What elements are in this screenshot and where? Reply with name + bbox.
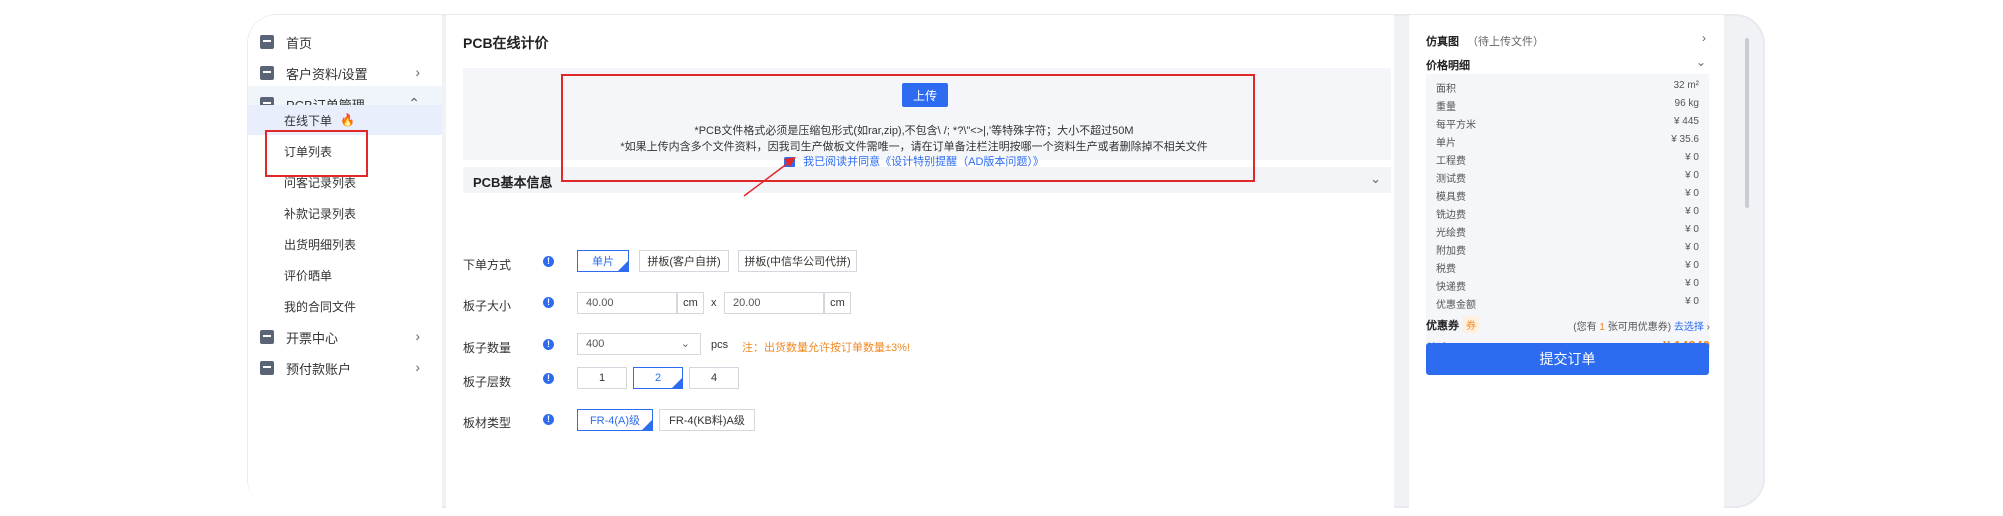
price-row: 测试费 ¥ 0 [1436, 170, 1699, 185]
nav-home-label: 首页 [286, 35, 313, 51]
info-icon[interactable]: ! [543, 256, 554, 267]
chevron-right-icon: › [415, 64, 420, 80]
board-height-input[interactable]: 20.00 [724, 292, 824, 314]
price-row: 快递费 ¥ 0 [1436, 278, 1699, 293]
chevron-down-icon: ⌄ [680, 338, 690, 350]
user-card-icon [260, 66, 274, 80]
hot-flame-icon: 🔥 [340, 113, 355, 127]
price-row: 光绘费 ¥ 0 [1436, 224, 1699, 239]
scrollbar[interactable] [1745, 38, 1749, 208]
nav-prepaid[interactable]: 预付款账户 › [248, 350, 442, 386]
price-panel: 仿真图 （待上传文件） › 价格明细 ⌄ 面积 32 m² 重量 96 kg 每平方米… [1409, 15, 1724, 508]
price-row: 模具费 ¥ 0 [1436, 188, 1699, 203]
chevron-right-icon: › [415, 328, 420, 344]
highlight-box [265, 130, 368, 177]
home-icon [260, 35, 274, 49]
material-fr4-a[interactable]: FR-4(A)级 [577, 409, 653, 431]
sidebar-item-label: 在线下单 [284, 113, 333, 128]
sidebar-item-label: 评价晒单 [284, 268, 333, 283]
price-row: 每平方米 ¥ 445 [1436, 116, 1699, 131]
material-label: 板材类型 [463, 416, 512, 430]
height-unit: cm [824, 292, 851, 314]
price-row: 附加费 ¥ 0 [1436, 242, 1699, 257]
info-icon[interactable]: ! [543, 339, 554, 350]
info-icon[interactable]: ! [543, 373, 554, 384]
qty-unit: pcs [711, 339, 729, 351]
highlight-box [561, 74, 1255, 182]
coupon-info[interactable]: (您有 1 张可用优惠券) 去选择 › [1573, 318, 1710, 333]
nav-prepaid-label: 预付款账户 [286, 361, 352, 377]
chevron-down-icon: ⌄ [1370, 171, 1381, 186]
simulation-status: （待上传文件） [1467, 36, 1544, 48]
price-row: 面积 32 m² [1436, 80, 1699, 95]
price-row: 优惠金额 ¥ 0 [1436, 296, 1699, 311]
layers-label: 板子层数 [463, 375, 512, 389]
page-title: PCB在线计价 [463, 35, 549, 51]
sidebar-item-label: 补款记录列表 [284, 206, 357, 221]
chevron-right-icon[interactable]: › [1702, 31, 1706, 45]
layer-option-2[interactable]: 2 [633, 367, 683, 389]
chevron-down-icon[interactable]: ⌄ [1696, 55, 1706, 69]
nav-invoice-label: 开票中心 [286, 330, 339, 346]
order-mode-label: 下单方式 [463, 258, 512, 272]
wallet-icon [260, 361, 274, 375]
arrow-annotation [743, 157, 796, 197]
info-icon[interactable]: ! [543, 414, 554, 425]
sidebar-item-label: 出货明细列表 [284, 237, 357, 252]
board-qty-value: 400 [586, 338, 605, 350]
sidebar-item-label: 我的合同文件 [284, 299, 357, 314]
board-qty-label: 板子数量 [463, 341, 512, 355]
price-detail-title: 价格明细 [1426, 60, 1470, 72]
order-mode-single[interactable]: 单片 [577, 250, 629, 272]
info-icon[interactable]: ! [543, 297, 554, 308]
coupon-select-link: 去选择 [1673, 322, 1704, 333]
invoice-icon [260, 330, 274, 344]
board-width-input[interactable]: 40.00 [577, 292, 677, 314]
layer-option-4[interactable]: 4 [689, 367, 739, 389]
order-mode-self-panel[interactable]: 拼板(客户自拼) [639, 250, 729, 272]
simulation-header[interactable]: 仿真图 （待上传文件） [1426, 33, 1544, 49]
section-title: PCB基本信息 [473, 175, 553, 190]
price-row: 单片 ¥ 35.6 [1436, 134, 1699, 149]
price-row: 税费 ¥ 0 [1436, 260, 1699, 275]
size-separator: x [711, 297, 717, 309]
board-qty-select[interactable]: 400 ⌄ [577, 333, 701, 355]
board-size-label: 板子大小 [463, 299, 512, 313]
submit-order-button[interactable]: 提交订单 [1426, 343, 1709, 375]
coupon-tag: 券 [1463, 316, 1479, 333]
price-row: 工程费 ¥ 0 [1436, 152, 1699, 167]
qty-note: 注：出货数量允许按订单数量±3%! [742, 342, 910, 354]
layer-option-1[interactable]: 1 [577, 367, 627, 389]
price-row: 铣边费 ¥ 0 [1436, 206, 1699, 221]
width-unit: cm [677, 292, 704, 314]
chevron-right-icon: › [415, 359, 420, 375]
nav-customer-label: 客户资料/设置 [286, 66, 368, 82]
order-mode-company-panel[interactable]: 拼板(中信华公司代拼) [738, 250, 857, 272]
simulation-title: 仿真图 [1426, 36, 1459, 48]
coupon-label: 优惠券券 [1426, 316, 1479, 333]
sidebar: 首页 客户资料/设置 › PCB订单管理 ⌃ 在线下单 🔥 订单列表 问客记录列… [248, 15, 442, 508]
price-row: 重量 96 kg [1436, 98, 1699, 113]
material-fr4-kb[interactable]: FR-4(KB料)A级 [659, 409, 755, 431]
